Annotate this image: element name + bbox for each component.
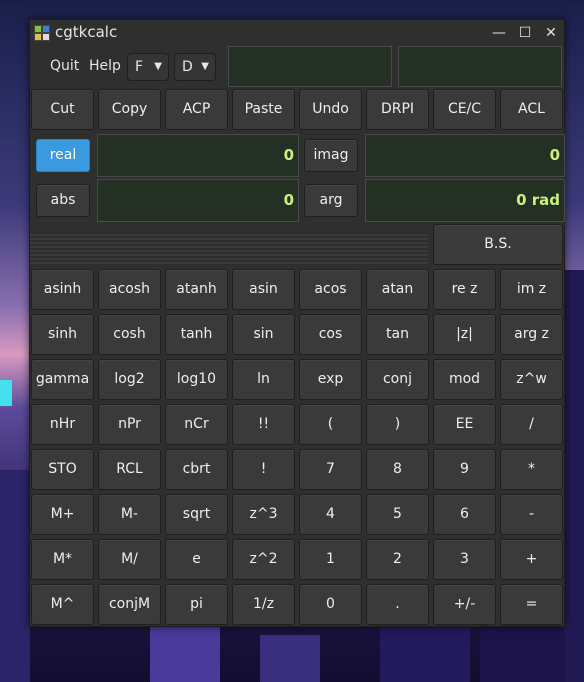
edit-button-copy[interactable]: Copy [98,89,161,130]
key-button[interactable]: |z| [433,314,496,355]
key-button[interactable]: ( [299,404,362,445]
key-button[interactable]: + [500,539,563,580]
edit-button-ce-c[interactable]: CE/C [433,89,496,130]
edit-button-undo[interactable]: Undo [299,89,362,130]
edit-button-drpi[interactable]: DRPI [366,89,429,130]
key-button[interactable]: atan [366,269,429,310]
abs-toggle-button[interactable]: abs [36,184,90,217]
key-button[interactable]: pi [165,584,228,625]
key-button[interactable]: re z [433,269,496,310]
key-button[interactable]: gamma [31,359,94,400]
key-button[interactable]: ! [232,449,295,490]
key-button[interactable]: conj [366,359,429,400]
format-combo[interactable]: F ▼ [127,53,169,81]
edit-button-cut[interactable]: Cut [31,89,94,130]
backspace-button[interactable]: B.S. [433,224,563,265]
imag-toggle-button[interactable]: imag [304,139,358,172]
key-button[interactable]: cosh [98,314,161,355]
close-icon[interactable]: ✕ [542,24,560,42]
key-button[interactable]: STO [31,449,94,490]
key-button[interactable]: log10 [165,359,228,400]
key-button[interactable]: = [500,584,563,625]
edit-button-paste[interactable]: Paste [232,89,295,130]
key-button[interactable]: z^3 [232,494,295,535]
key-button[interactable]: z^w [500,359,563,400]
angle-combo[interactable]: D ▼ [174,53,216,81]
key-button[interactable]: asin [232,269,295,310]
key-button[interactable]: EE [433,404,496,445]
key-button[interactable]: M/ [98,539,161,580]
arg-toggle-button[interactable]: arg [304,184,358,217]
key-button[interactable]: nHr [31,404,94,445]
key-button[interactable]: nCr [165,404,228,445]
key-button[interactable]: . [366,584,429,625]
minimize-icon[interactable]: — [490,24,508,42]
key-button[interactable]: 8 [366,449,429,490]
key-button[interactable]: ln [232,359,295,400]
angle-combo-value: D [182,59,193,75]
calculator-window: cgtkcalc — ☐ ✕ Quit Help F ▼ D ▼ Cut Copy… [29,19,565,627]
separator-strip [30,232,428,266]
key-button[interactable]: sinh [31,314,94,355]
key-button[interactable]: tanh [165,314,228,355]
key-button[interactable]: sin [232,314,295,355]
key-button[interactable]: 0 [299,584,362,625]
key-button[interactable]: z^2 [232,539,295,580]
key-button[interactable]: 1/z [232,584,295,625]
key-button[interactable]: atanh [165,269,228,310]
key-button[interactable]: exp [299,359,362,400]
key-button[interactable]: ) [366,404,429,445]
format-combo-value: F [135,59,144,75]
menu-help[interactable]: Help [89,58,121,74]
window-title: cgtkcalc [55,23,118,41]
key-button[interactable]: 7 [299,449,362,490]
key-button[interactable]: acosh [98,269,161,310]
menu-quit[interactable]: Quit [50,58,79,74]
key-button[interactable]: M+ [31,494,94,535]
key-button[interactable]: tan [366,314,429,355]
chevron-down-icon: ▼ [201,61,209,72]
key-button[interactable]: asinh [31,269,94,310]
key-button[interactable]: / [500,404,563,445]
key-button[interactable]: cos [299,314,362,355]
key-button[interactable]: acos [299,269,362,310]
key-button[interactable]: M- [98,494,161,535]
key-button[interactable]: arg z [500,314,563,355]
key-button[interactable]: RCL [98,449,161,490]
key-button[interactable]: 2 [366,539,429,580]
key-button[interactable]: 1 [299,539,362,580]
arg-display: 0 rad [365,179,565,222]
key-button[interactable]: e [165,539,228,580]
edit-button-acp[interactable]: ACP [165,89,228,130]
imag-display: 0 [365,134,565,177]
chevron-down-icon: ▼ [154,61,162,72]
key-button[interactable]: 3 [433,539,496,580]
edit-button-acl[interactable]: ACL [500,89,563,130]
key-button[interactable]: im z [500,269,563,310]
lcd-top-right [398,46,562,87]
key-button[interactable]: !! [232,404,295,445]
key-button[interactable]: 6 [433,494,496,535]
key-button[interactable]: M^ [31,584,94,625]
key-button[interactable]: - [500,494,563,535]
key-button[interactable]: 9 [433,449,496,490]
key-button[interactable]: log2 [98,359,161,400]
abs-display: 0 [97,179,299,222]
key-button[interactable]: M* [31,539,94,580]
lcd-top-left [228,46,392,87]
key-button[interactable]: +/- [433,584,496,625]
key-button[interactable]: nPr [98,404,161,445]
real-toggle-button[interactable]: real [36,139,90,172]
key-button[interactable]: 4 [299,494,362,535]
maximize-icon[interactable]: ☐ [516,24,534,42]
real-display: 0 [97,134,299,177]
title-bar[interactable]: cgtkcalc — ☐ ✕ [30,20,564,47]
key-button[interactable]: * [500,449,563,490]
app-icon [34,25,50,41]
key-button[interactable]: sqrt [165,494,228,535]
key-button[interactable]: cbrt [165,449,228,490]
key-button[interactable]: 5 [366,494,429,535]
key-button[interactable]: mod [433,359,496,400]
key-button[interactable]: conjM [98,584,161,625]
